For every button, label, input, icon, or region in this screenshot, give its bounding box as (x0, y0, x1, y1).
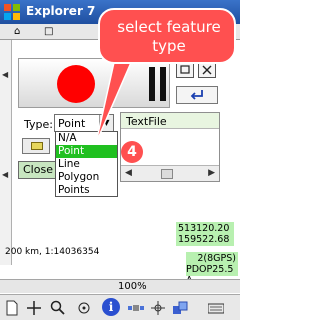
pause-icon[interactable] (149, 67, 167, 101)
callout-bubble: select feature type (98, 8, 236, 64)
maximize-button[interactable] (176, 62, 194, 78)
callout-line-2: type (152, 37, 186, 55)
menu-item-home[interactable]: ⌂ (14, 26, 20, 37)
new-document-icon[interactable] (4, 300, 20, 316)
target-icon[interactable] (150, 300, 166, 316)
record-panel[interactable] (18, 58, 170, 108)
info-icon[interactable]: i (102, 298, 120, 316)
scrollbar-thumb[interactable] (161, 169, 173, 179)
open-folder-button[interactable] (22, 138, 50, 154)
callout-line-1: select feature (117, 18, 221, 36)
type-option-polygon[interactable]: Polygon (56, 171, 117, 184)
satellite-icon[interactable] (128, 300, 144, 316)
scroll-right-icon[interactable]: ▶ (208, 168, 215, 178)
zoom-icon[interactable] (50, 300, 66, 316)
step-badge: 4 (121, 141, 143, 163)
locate-icon[interactable] (76, 300, 92, 316)
taskbar: i (0, 294, 240, 320)
coordinates-box: 513120.20 159522.68 (176, 222, 234, 246)
gps-satellites: 2(8GPS) (197, 253, 236, 264)
scroll-left-arrow-icon[interactable]: ◀ (2, 70, 8, 79)
zoom-level: 100% (118, 281, 147, 292)
left-scroll-strip[interactable]: ◀ ◀ (0, 40, 12, 265)
record-icon[interactable] (57, 65, 95, 103)
coordinate-x: 513120.20 (178, 223, 230, 234)
coordinate-y: 159522.68 (178, 234, 230, 245)
pan-icon[interactable] (26, 300, 42, 316)
gps-status-box: 2(8GPS) PDOP25.5 A (186, 252, 238, 286)
textfile-scrollbar[interactable]: ◀ ▶ (121, 165, 219, 181)
type-option-line[interactable]: Line (56, 158, 117, 171)
close-button[interactable]: Close (18, 161, 56, 179)
undo-icon (190, 90, 203, 100)
type-option-points[interactable]: Points (56, 184, 117, 197)
type-select-value: Point (58, 117, 86, 130)
scroll-left-icon[interactable]: ◀ (125, 168, 132, 178)
folder-icon (31, 142, 43, 150)
menu-item-view[interactable]: □ (44, 26, 53, 37)
status-bar: 100% (0, 279, 240, 293)
scroll-left-arrow-icon-2[interactable]: ◀ (2, 170, 8, 179)
type-label: Type: (24, 118, 53, 131)
callout-text: select feature type (100, 18, 238, 56)
sync-icon[interactable] (172, 300, 188, 316)
textfile-label: TextFile (126, 115, 167, 128)
type-option-na[interactable]: N/A (56, 132, 117, 145)
keyboard-icon[interactable] (208, 300, 224, 316)
windows-logo-icon[interactable] (4, 4, 20, 20)
chevron-down-icon[interactable]: ▼ (99, 115, 113, 131)
map-scale: 200 km, 1:14036354 (5, 247, 100, 257)
app-title: Explorer 7 (26, 4, 96, 18)
type-dropdown-list: N/A Point Line Polygon Points (55, 131, 118, 197)
type-select[interactable]: Point ▼ (54, 114, 114, 132)
close-window-button[interactable] (198, 62, 216, 78)
type-option-point[interactable]: Point (56, 145, 117, 158)
textfile-header: TextFile (121, 113, 219, 129)
undo-button[interactable] (176, 86, 218, 104)
